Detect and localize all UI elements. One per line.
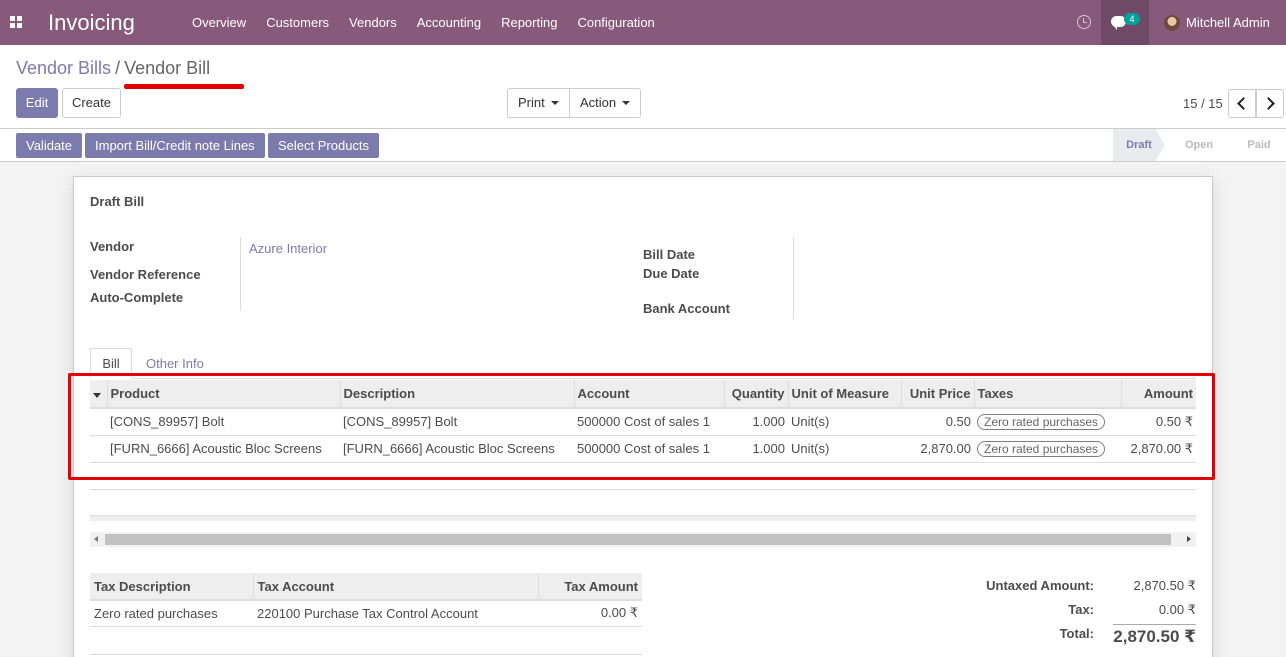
select-products-button[interactable]: Select Products xyxy=(268,133,380,158)
cell-tax-account: 220100 Purchase Tax Control Account xyxy=(253,600,538,627)
table-row: Zero rated purchases 220100 Purchase Tax… xyxy=(90,600,642,627)
import-lines-button[interactable]: Import Bill/Credit note Lines xyxy=(85,133,265,158)
bill-status-title: Draft Bill xyxy=(90,194,145,209)
tax-value: 0.00 ₹ xyxy=(1158,602,1196,617)
cell-tax-amount: 0.00 ₹ xyxy=(538,600,642,627)
vendor-reference-label: Vendor Reference xyxy=(90,267,201,282)
horizontal-scrollbar[interactable] xyxy=(90,532,1196,547)
stage-draft[interactable]: Draft xyxy=(1113,129,1165,161)
vendor-label: Vendor xyxy=(90,239,135,254)
avatar xyxy=(1164,14,1180,31)
chat-count-badge: 4 xyxy=(1124,13,1140,25)
menu-reporting[interactable]: Reporting xyxy=(491,0,567,45)
top-navbar: Invoicing Overview Customers Vendors Acc… xyxy=(0,0,1286,45)
pager-value[interactable]: 15 / 15 xyxy=(1183,96,1223,111)
app-title[interactable]: Invoicing xyxy=(48,10,135,36)
cell-tax-description: Zero rated purchases xyxy=(90,600,253,627)
print-dropdown[interactable]: Print xyxy=(507,88,570,118)
breadcrumb-vendor-bills[interactable]: Vendor Bills xyxy=(16,58,111,78)
activity-clock-icon[interactable] xyxy=(1077,15,1091,29)
untaxed-amount-value: 2,870.50 ₹ xyxy=(1133,578,1197,593)
vendor-field[interactable]: Azure Interior xyxy=(249,241,327,256)
table-footer xyxy=(90,515,1196,521)
tax-label: Tax: xyxy=(1068,602,1094,617)
menu-customers[interactable]: Customers xyxy=(256,0,339,45)
caret-down-icon xyxy=(550,100,559,105)
field-divider xyxy=(793,237,794,319)
apps-menu-icon[interactable] xyxy=(10,16,22,28)
column-tax-description: Tax Description xyxy=(90,573,253,601)
validate-button[interactable]: Validate xyxy=(16,133,83,158)
annotation-underline xyxy=(124,84,244,89)
user-name: Mitchell Admin xyxy=(1186,15,1270,30)
annotation-highlight-box xyxy=(68,373,1215,480)
menu-configuration[interactable]: Configuration xyxy=(567,0,664,45)
action-label: Action xyxy=(580,95,617,110)
scroll-left-icon[interactable] xyxy=(94,536,98,542)
pager-previous-button[interactable] xyxy=(1228,89,1256,118)
pager-next-button[interactable] xyxy=(1256,89,1284,118)
total-divider xyxy=(1113,624,1196,625)
field-divider xyxy=(240,237,241,311)
chevron-right-icon xyxy=(1262,97,1275,110)
tab-other-info[interactable]: Other Info xyxy=(146,356,204,371)
caret-down-icon xyxy=(622,100,631,105)
breadcrumb-current: Vendor Bill xyxy=(124,58,211,78)
bill-date-label: Bill Date xyxy=(643,247,696,262)
print-label: Print xyxy=(518,95,545,110)
due-date-label: Due Date xyxy=(643,266,700,281)
breadcrumb: Vendor Bills / Vendor Bill xyxy=(16,58,210,79)
create-button[interactable]: Create xyxy=(62,88,121,118)
chevron-left-icon xyxy=(1237,97,1250,110)
untaxed-amount-label: Untaxed Amount: xyxy=(986,578,1094,593)
table-header-row: Tax Description Tax Account Tax Amount xyxy=(90,573,642,601)
divider xyxy=(90,654,642,655)
stage-open[interactable]: Open xyxy=(1170,129,1228,161)
scroll-right-icon[interactable] xyxy=(1187,536,1191,542)
auto-complete-label: Auto-Complete xyxy=(90,290,184,305)
divider xyxy=(90,489,1196,490)
main-menu: Overview Customers Vendors Accounting Re… xyxy=(182,0,665,45)
user-menu[interactable]: Mitchell Admin xyxy=(1164,0,1270,45)
stage-paid[interactable]: Paid xyxy=(1232,129,1286,161)
messaging-button[interactable]: 4 xyxy=(1101,0,1149,45)
breadcrumb-separator: / xyxy=(115,58,121,78)
action-dropdown[interactable]: Action xyxy=(569,88,641,118)
column-tax-amount: Tax Amount xyxy=(537,573,642,601)
total-value: 2,870.50 ₹ xyxy=(1113,627,1196,646)
edit-button[interactable]: Edit xyxy=(16,88,58,118)
total-label: Total: xyxy=(1059,626,1094,641)
menu-overview[interactable]: Overview xyxy=(182,0,256,45)
column-tax-account: Tax Account xyxy=(252,573,538,601)
status-bar: Validate Import Bill/Credit note Lines S… xyxy=(0,129,1286,162)
scrollbar-thumb[interactable] xyxy=(105,534,1171,545)
menu-vendors[interactable]: Vendors xyxy=(339,0,407,45)
tax-lines-table: Tax Description Tax Account Tax Amount Z… xyxy=(90,573,642,627)
menu-accounting[interactable]: Accounting xyxy=(407,0,491,45)
bank-account-label: Bank Account xyxy=(643,301,730,316)
